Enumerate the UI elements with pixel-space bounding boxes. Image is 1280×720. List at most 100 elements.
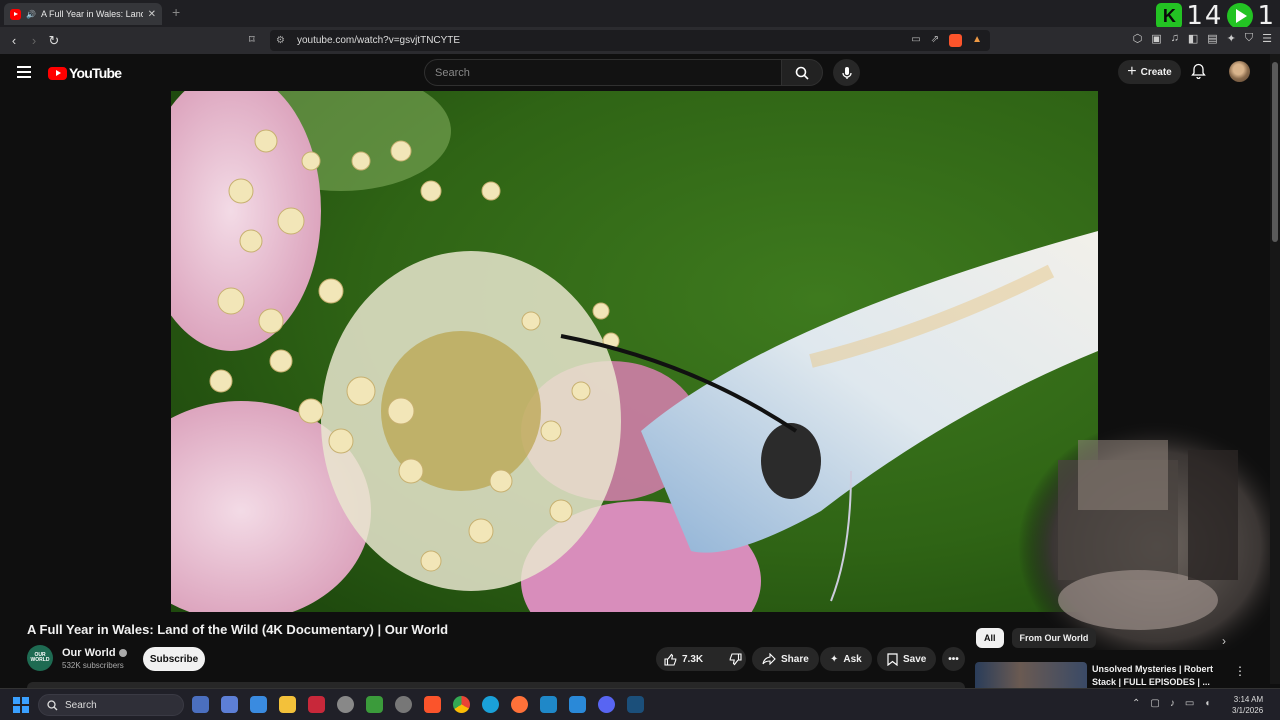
browser-tab[interactable]: 🔊 A Full Year in Wales: Land of the Wild… bbox=[4, 3, 162, 25]
video-frame-butterfly-flower bbox=[171, 91, 1098, 612]
brave-browser-icon[interactable] bbox=[424, 696, 441, 713]
extensions-area: ⬡ ▣ ♫ ◧ ▤ ✦ ⛉ ☰ bbox=[1133, 32, 1272, 45]
forward-icon[interactable]: › bbox=[24, 33, 44, 48]
taskbar-search-label: Search bbox=[65, 699, 97, 711]
app-icon-2[interactable] bbox=[221, 696, 238, 713]
task-view-icon[interactable] bbox=[192, 696, 209, 713]
app-icon-7[interactable] bbox=[366, 696, 383, 713]
chip-all[interactable]: All bbox=[976, 628, 1004, 648]
search-placeholder: Search bbox=[435, 66, 470, 79]
channel-avatar-text: OUR WORLD bbox=[30, 652, 50, 663]
taskbar-clock[interactable]: 3:14 AM 3/1/2026 bbox=[1232, 694, 1263, 716]
chrome-icon[interactable] bbox=[453, 696, 470, 713]
subscriber-count: 532K subscribers bbox=[62, 661, 124, 670]
app-icon-5[interactable] bbox=[308, 696, 325, 713]
create-button[interactable]: + Create bbox=[1118, 60, 1181, 84]
address-bar[interactable]: ⚙ youtube.com/watch?v=gsvjtTNCYTE ▭ ⇗ ▲ bbox=[270, 30, 990, 51]
speaker-icon[interactable]: 🔊 bbox=[26, 10, 36, 19]
vscode-icon[interactable] bbox=[569, 696, 586, 713]
search-button[interactable] bbox=[781, 59, 823, 86]
more-actions-button[interactable]: ••• bbox=[942, 647, 965, 671]
chip-from-our-world[interactable]: From Our World bbox=[1011, 628, 1097, 648]
play-circle-icon bbox=[1227, 3, 1254, 29]
extensions-icon[interactable]: ⬡ bbox=[1133, 32, 1143, 45]
sidebar-toggle-icon[interactable]: ◧ bbox=[1188, 32, 1198, 45]
notifications-bell-icon[interactable] bbox=[1191, 63, 1206, 79]
wallet-icon[interactable]: ▣ bbox=[1151, 32, 1161, 45]
channel-avatar[interactable]: OUR WORLD bbox=[27, 645, 53, 671]
taskbar-search-icon bbox=[47, 699, 58, 710]
video-player[interactable] bbox=[171, 91, 1098, 612]
bookmark-icon[interactable]: ⌑ bbox=[249, 33, 255, 46]
guide-menu-icon[interactable] bbox=[17, 66, 31, 78]
wallet-panel-icon[interactable]: ▤ bbox=[1207, 32, 1217, 45]
site-info-icon[interactable]: ⚙ bbox=[276, 35, 285, 46]
account-avatar[interactable] bbox=[1229, 61, 1250, 82]
share-arrow-icon bbox=[762, 653, 776, 665]
share-label: Share bbox=[781, 653, 809, 665]
voice-search-button[interactable] bbox=[833, 59, 860, 86]
recommendation-thumbnail[interactable] bbox=[975, 662, 1087, 688]
like-dislike-group: 7.3K bbox=[656, 647, 746, 671]
tray-microphone-icon[interactable]: ♪ bbox=[1170, 698, 1175, 709]
like-button[interactable]: 7.3K bbox=[656, 647, 711, 671]
discord-icon[interactable] bbox=[598, 696, 615, 713]
chevron-right-icon[interactable]: › bbox=[1222, 634, 1226, 648]
recommendation-more-icon[interactable]: ⋮ bbox=[1234, 664, 1246, 678]
clock-date: 3/1/2026 bbox=[1232, 706, 1264, 715]
app-icon-8[interactable] bbox=[395, 696, 412, 713]
youtube-logo-icon bbox=[48, 66, 67, 80]
brave-shield-icon[interactable] bbox=[949, 34, 963, 47]
share-button[interactable]: Share bbox=[752, 647, 819, 671]
save-button[interactable]: Save bbox=[877, 647, 937, 671]
leo-ai-icon[interactable]: ✦ bbox=[1227, 32, 1236, 45]
video-title: A Full Year in Wales: Land of the Wild (… bbox=[27, 622, 449, 637]
sparkle-icon: ✦ bbox=[830, 653, 839, 665]
scrollbar-thumb[interactable] bbox=[1272, 62, 1278, 242]
file-explorer-icon[interactable] bbox=[279, 696, 296, 713]
recommendation-title[interactable]: Unsolved Mysteries | Robert Stack | FULL… bbox=[1092, 663, 1222, 689]
more-horizontal-icon: ••• bbox=[948, 653, 959, 665]
youtube-logo[interactable]: YouTube bbox=[48, 65, 122, 81]
network-icon[interactable]: ▭ bbox=[1185, 698, 1194, 709]
reload-icon[interactable]: ↻ bbox=[44, 33, 64, 49]
app-icon-6[interactable] bbox=[337, 696, 354, 713]
browser-tab-bar: 🔊 A Full Year in Wales: Land of the Wild… bbox=[0, 0, 1280, 27]
share-page-icon[interactable]: ⇗ bbox=[931, 34, 939, 47]
brave-rewards-icon[interactable]: ▲ bbox=[972, 34, 982, 47]
page-scrollbar[interactable] bbox=[1270, 54, 1280, 684]
windows-taskbar: Search ⌃ ▢ ♪ ▭ ◖ 3:14 AM 3/1/2026 bbox=[0, 688, 1280, 720]
ask-button[interactable]: ✦ Ask bbox=[820, 647, 872, 671]
search-input[interactable]: Search bbox=[424, 59, 782, 86]
back-icon[interactable]: ‹ bbox=[4, 33, 24, 48]
new-tab-icon[interactable]: + bbox=[172, 4, 180, 20]
dislike-button[interactable] bbox=[721, 647, 750, 671]
app-icon-13[interactable] bbox=[540, 696, 557, 713]
subscribe-button[interactable]: Subscribe bbox=[143, 647, 205, 671]
save-label: Save bbox=[903, 653, 927, 665]
app-icon-3[interactable] bbox=[250, 696, 267, 713]
windows-start-icon[interactable] bbox=[13, 697, 29, 713]
tray-app-icon[interactable]: ▢ bbox=[1150, 698, 1159, 709]
volume-icon[interactable]: ◖ bbox=[1204, 698, 1210, 709]
browser-toolbar: ‹ › ↻ ⌑ ⚙ youtube.com/watch?v=gsvjtTNCYT… bbox=[0, 27, 1280, 54]
menu-icon[interactable]: ☰ bbox=[1262, 32, 1272, 45]
edge-icon[interactable] bbox=[482, 696, 499, 713]
like-count: 7.3K bbox=[682, 653, 704, 665]
taskbar-apps bbox=[192, 696, 644, 713]
thumbs-down-icon bbox=[729, 652, 742, 665]
vpn-icon[interactable]: ⛉ bbox=[1245, 32, 1253, 45]
taskbar-search[interactable]: Search bbox=[38, 694, 184, 716]
youtube-favicon-icon bbox=[10, 8, 21, 20]
tab-title: A Full Year in Wales: Land of the Wild bbox=[40, 9, 143, 19]
steam-icon[interactable] bbox=[627, 696, 644, 713]
address-bar-actions: ▭ ⇗ ▲ bbox=[911, 34, 982, 47]
clock-time: 3:14 AM bbox=[1233, 695, 1264, 704]
music-icon[interactable]: ♫ bbox=[1171, 32, 1179, 45]
close-tab-icon[interactable]: ✕ bbox=[148, 9, 156, 20]
channel-name[interactable]: Our World bbox=[62, 647, 127, 659]
firefox-icon[interactable] bbox=[511, 696, 528, 713]
bookmark-save-icon bbox=[887, 652, 898, 666]
cast-icon[interactable]: ▭ bbox=[911, 34, 920, 47]
tray-overflow-icon[interactable]: ⌃ bbox=[1132, 698, 1140, 709]
